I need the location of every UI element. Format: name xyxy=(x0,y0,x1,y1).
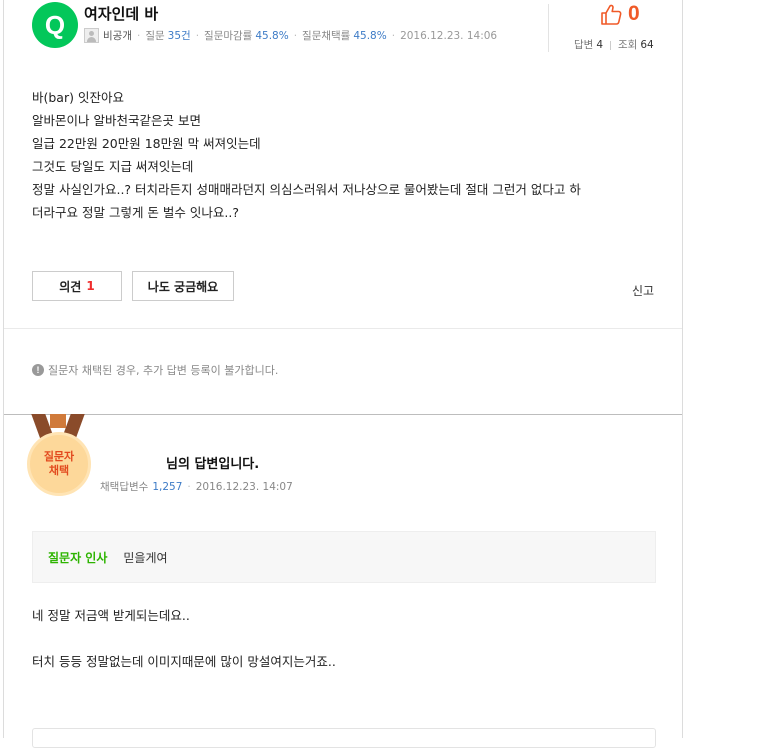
question-date: 2016.12.23. 14:06 xyxy=(400,29,498,42)
question-body-line: 일급 22만원 20만원 18만원 막 써져잇는데 xyxy=(32,136,261,151)
answer-notice: ! 질문자 채택된 경우, 추가 답변 등록이 불가합니다. xyxy=(32,362,278,378)
me-too-curious-button[interactable]: 나도 궁금해요 xyxy=(132,271,234,301)
meta-label-adopt-rate: 질문채택률 xyxy=(302,30,351,42)
header-divider xyxy=(548,4,549,52)
answer-body-line xyxy=(32,627,656,650)
section-divider xyxy=(4,328,682,329)
answer-divider xyxy=(4,414,682,415)
opinion-button[interactable]: 의견 1 xyxy=(32,271,122,301)
meta-label-close-rate: 질문마감률 xyxy=(204,30,253,42)
notice-text: 질문자 채택된 경우, 추가 답변 등록이 불가합니다. xyxy=(48,364,279,377)
greeting-text: 믿을게여 xyxy=(123,550,168,565)
opinion-label: 의견 xyxy=(59,279,82,294)
comment-box[interactable] xyxy=(32,728,656,748)
question-body-line: 바(bar) 잇잔아요 xyxy=(32,90,124,105)
answer-meta-value: 1,257 xyxy=(152,481,183,493)
views-label: 조회 xyxy=(618,39,638,51)
adopted-medal-icon: 질문자 채택 xyxy=(24,414,94,500)
meta-value-questions: 35건 xyxy=(167,30,191,42)
medal-text: 질문자 xyxy=(43,450,75,463)
avatar-icon xyxy=(84,28,99,43)
me-too-label: 나도 궁금해요 xyxy=(147,279,219,294)
meta-label-questions: 질문 xyxy=(145,30,165,42)
answer-body-line: 터치 등등 정말없는데 이미지때문에 많이 망설여지는거죠.. xyxy=(32,654,336,669)
answer-title: 님의 답변입니다. xyxy=(166,457,260,472)
answer-date: 2016.12.23. 14:07 xyxy=(195,481,293,493)
question-stats: 답변 4 조회 64 xyxy=(574,37,654,52)
like-button[interactable]: 0 xyxy=(600,2,640,26)
answer-meta-label: 채택답변수 xyxy=(100,481,149,493)
question-meta: 비공개 · 질문 35건 · 질문마감률 45.8% · 질문채택률 45.8%… xyxy=(84,28,497,43)
question-badge-icon: Q xyxy=(32,2,78,48)
question-body-line: 그것도 당일도 지급 써져잇는데 xyxy=(32,159,194,174)
report-link[interactable]: 신고 xyxy=(632,282,654,299)
answer-meta: 채택답변수 1,257 · 2016.12.23. 14:07 xyxy=(100,481,293,493)
medal-text: 채택 xyxy=(48,464,70,477)
question-body-line: 알바몬이나 알바천국같은곳 보면 xyxy=(32,113,201,128)
questioner-greeting: 질문자 인사 믿을게여 xyxy=(32,531,656,583)
answer-body: 네 정말 저금액 받게되는데요.. 터치 등등 정말없는데 이미지때문에 많이 … xyxy=(32,604,656,673)
question-body-line: 정말 사실인가요..? 터치라든지 성매매라던지 의심스러워서 저나상으로 물어… xyxy=(32,182,581,197)
author-name: 비공개 xyxy=(103,30,132,42)
views-count: 64 xyxy=(640,39,654,51)
answer-body-line: 네 정말 저금액 받게되는데요.. xyxy=(32,608,190,623)
question-body: 바(bar) 잇잔아요 알바몬이나 알바천국같은곳 보면 일급 22만원 20만… xyxy=(32,86,662,224)
qna-panel: Q 여자인데 바 비공개 · 질문 35건 · 질문마감률 45.8% · 질문… xyxy=(3,0,683,748)
meta-value-close-rate: 45.8% xyxy=(255,29,289,42)
question-title: 여자인데 바 xyxy=(84,5,159,23)
opinion-count: 1 xyxy=(86,279,95,293)
answers-count: 4 xyxy=(596,39,604,51)
question-body-line: 더라구요 정말 그렇게 돈 벌수 잇나요..? xyxy=(32,205,239,220)
info-icon: ! xyxy=(32,364,44,376)
meta-value-adopt-rate: 45.8% xyxy=(353,29,387,42)
greeting-label: 질문자 인사 xyxy=(48,550,108,565)
thumbs-up-icon xyxy=(601,4,622,25)
answers-label: 답변 xyxy=(574,39,594,51)
like-count: 0 xyxy=(628,2,640,25)
